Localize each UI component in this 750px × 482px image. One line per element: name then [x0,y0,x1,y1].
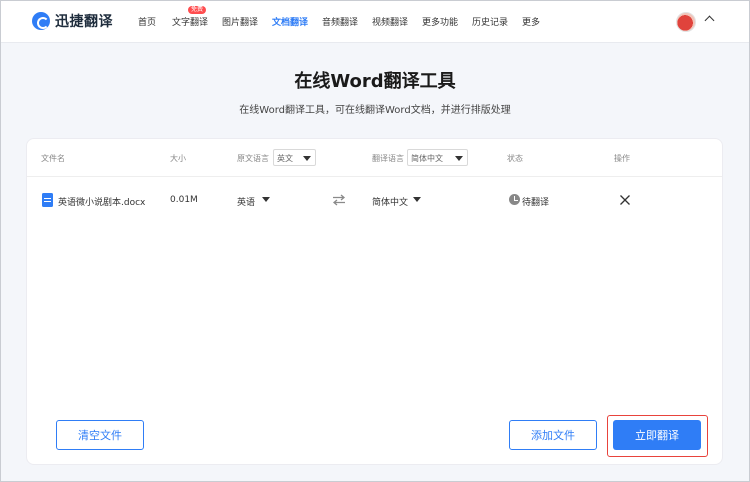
caret-down-icon[interactable] [413,197,421,202]
nav-more-features[interactable]: 更多功能 [422,15,458,28]
chevron-up-icon[interactable] [704,15,715,26]
nav-video-translate[interactable]: 视频翻译 [372,15,408,28]
target-language-value: 简体中文 [411,154,443,163]
add-file-button[interactable]: 添加文件 [509,420,597,450]
nav-image-translate[interactable]: 图片翻译 [222,15,258,28]
free-badge: 免费 [188,6,207,14]
row-filename: 英语微小说剧本.docx [58,198,146,208]
word-file-icon [42,193,53,207]
table-header: 文件名 大小 原文语言 英文 翻译语言 简体中文 状态 操作 [27,139,722,177]
row-target-language[interactable]: 简体中文 [372,195,408,208]
translate-now-button[interactable]: 立即翻译 [613,420,701,450]
header-action: 操作 [614,154,630,163]
top-nav-bar: 迅捷翻译 首页 文字翻译 免费 图片翻译 文档翻译 音频翻译 视频翻译 更多功能… [1,1,749,43]
source-language-value: 英文 [277,154,293,163]
header-source-language: 原文语言 [237,154,269,163]
swap-languages-icon[interactable] [332,194,346,206]
header-target-language: 翻译语言 [372,154,404,163]
nav-document-translate[interactable]: 文档翻译 [272,15,308,28]
nav-text-translate[interactable]: 文字翻译 [172,15,208,28]
row-source-language[interactable]: 英语 [237,195,255,208]
header-filename: 文件名 [41,154,65,163]
clock-icon [509,194,520,205]
logo[interactable]: 迅捷翻译 [32,11,113,31]
nav-more[interactable]: 更多 [522,15,540,28]
nav-home[interactable]: 首页 [138,15,156,28]
app-name: 迅捷翻译 [55,14,113,30]
page-title: 在线Word翻译工具 [294,71,456,92]
close-icon[interactable] [619,194,631,206]
clear-files-button[interactable]: 清空文件 [56,420,144,450]
table-row: 英语微小说剧本.docx 0.01M 英语 简体中文 待翻译 [27,177,722,223]
nav-audio-translate[interactable]: 音频翻译 [322,15,358,28]
row-status: 待翻译 [522,198,550,208]
logo-icon [32,12,50,30]
file-table-card: 文件名 大小 原文语言 英文 翻译语言 简体中文 状态 操作 英语微小说剧本.d… [26,138,723,465]
page-subtitle: 在线Word翻译工具，可在线翻译Word文档，并进行排版处理 [239,105,511,116]
avatar[interactable] [676,12,696,32]
target-language-select[interactable]: 简体中文 [407,149,468,166]
caret-down-icon [303,156,311,161]
caret-down-icon[interactable] [262,197,270,202]
row-size: 0.01M [170,195,198,205]
header-status: 状态 [507,154,523,163]
source-language-select[interactable]: 英文 [273,149,316,166]
header-size: 大小 [170,154,186,163]
nav-history[interactable]: 历史记录 [472,15,508,28]
caret-down-icon [455,156,463,161]
